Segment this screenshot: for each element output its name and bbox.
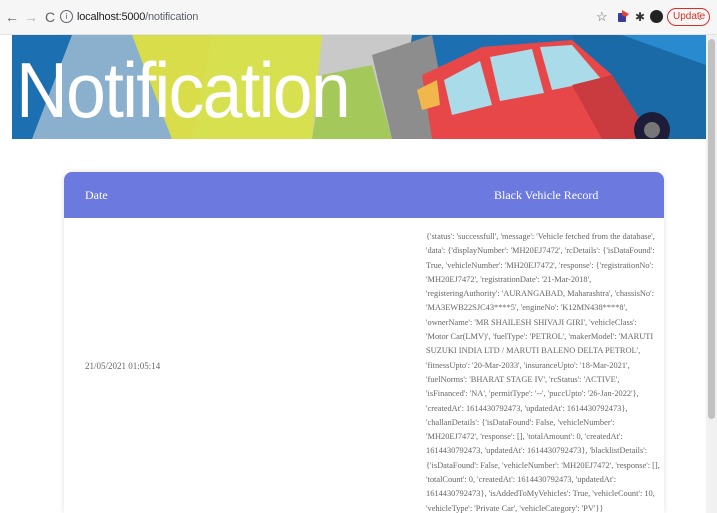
header-banner: Notification	[12, 35, 706, 139]
bookmark-star-icon[interactable]: ☆	[596, 9, 608, 25]
extension-icon[interactable]	[617, 9, 630, 23]
table-header: Date Black Vehicle Record	[64, 172, 664, 218]
address-bar[interactable]: localhost:5000/notification	[77, 9, 198, 25]
page-title: Notification	[16, 46, 351, 134]
back-arrow-icon[interactable]: ←	[4, 9, 20, 25]
browser-toolbar: ← → C i localhost:5000/notification ☆ ✱ …	[0, 0, 717, 35]
profile-avatar[interactable]	[650, 10, 663, 23]
column-header-date: Date	[85, 188, 108, 202]
update-button[interactable]: Update ⋮	[667, 8, 710, 26]
info-icon[interactable]: i	[60, 10, 73, 23]
url-host: localhost:5000	[77, 11, 146, 23]
notification-table: Date Black Vehicle Record 21/05/2021 01:…	[64, 172, 664, 513]
reload-icon[interactable]: C	[42, 9, 58, 25]
menu-dots-icon: ⋮	[695, 11, 705, 22]
puzzle-icon[interactable]: ✱	[635, 9, 645, 25]
url-path: /notification	[145, 11, 199, 23]
scrollbar-thumb[interactable]	[708, 39, 715, 419]
row-record: {'status': 'successfull', 'message': 'Ve…	[426, 232, 660, 513]
column-header-record: Black Vehicle Record	[494, 188, 599, 202]
vertical-scrollbar[interactable]	[706, 35, 717, 513]
forward-arrow-icon[interactable]: →	[23, 9, 39, 25]
row-date: 21/05/2021 01:05:14	[85, 361, 161, 371]
